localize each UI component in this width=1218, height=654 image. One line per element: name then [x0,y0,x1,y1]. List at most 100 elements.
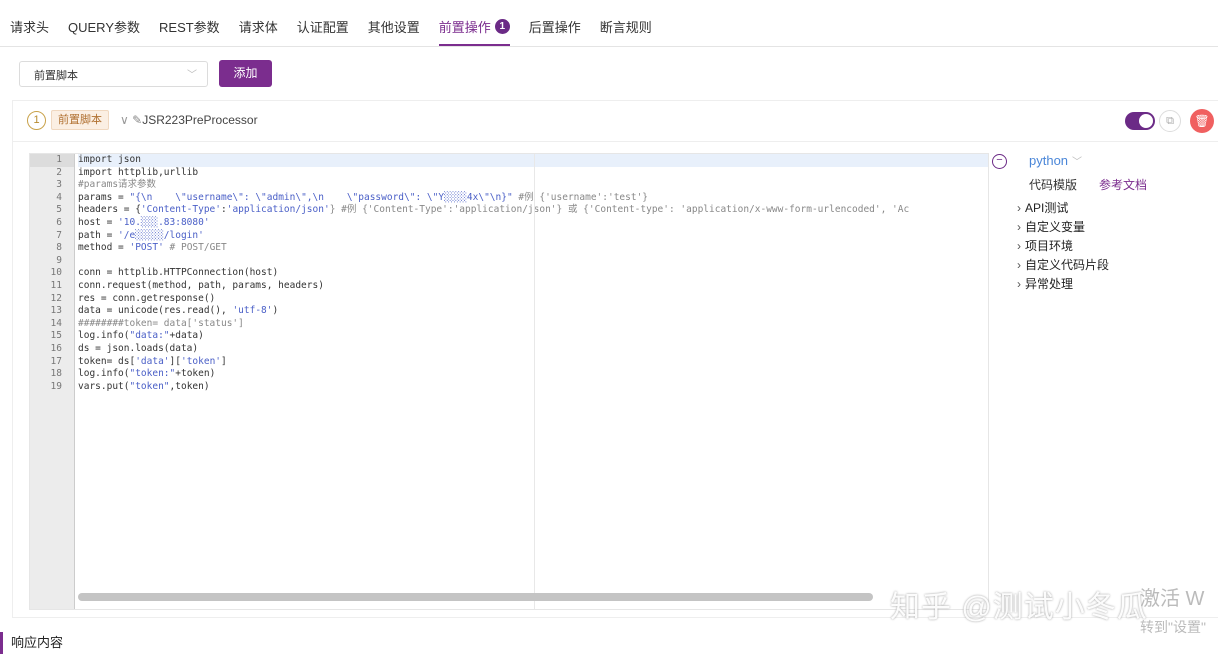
chevron-down-icon: ﹀ [187,70,197,81]
line-number: 17 [50,355,62,367]
line-number: 4 [56,191,62,203]
tab-7[interactable]: 后置操作 [529,17,581,46]
snippet-group[interactable]: › 项目环境 [1017,237,1147,256]
line-number: 12 [50,292,62,304]
code-token: conn.request(method, path, params, heade… [78,279,324,291]
line-number: 11 [50,279,62,291]
code-token: '/e░░░░░/login' [118,229,204,241]
processor-name-text: JSR223PreProcessor [142,113,258,127]
code-token: ][ [169,355,181,367]
code-editor[interactable]: 1 2 3 4 5 6 7 8 9 10 11 12 13 14 15 16 17 18 19 import jso… [29,153,989,610]
horizontal-scrollbar[interactable] [78,593,873,601]
collapse-panel-icon[interactable]: − [992,154,1007,169]
tab-0[interactable]: 请求头 [10,17,49,46]
code-token: 'application/json' [226,204,330,216]
code-token: #例 {'username':'test'} [512,191,649,203]
language-select[interactable]: python ﹀ [1029,153,1147,168]
processor-name[interactable]: ∨ ✎JSR223PreProcessor [120,113,258,127]
snippet-group-label: 自定义变量 [1025,220,1086,234]
select-value: 前置脚本 [34,70,78,82]
code-token: 'Content-Type' [140,204,221,216]
tab-8[interactable]: 断言规则 [600,17,652,46]
activation-notice: 激活 W [1140,588,1205,610]
code-line: path = '/e░░░░░/login' [78,230,988,243]
code-token: # POST/GET [163,242,227,254]
code-template-link[interactable]: 代码模版 [1029,178,1077,192]
delete-button[interactable]: 🗑 [1190,109,1214,133]
code-token: method = [78,242,130,254]
snippet-group-label: API测试 [1025,201,1069,215]
processor-index: 1 [27,111,46,130]
enable-toggle[interactable] [1125,112,1155,130]
code-area[interactable]: import json import httplib,urllib #params请… [78,154,988,609]
collapse-chevron-icon[interactable]: ∨ [120,113,132,127]
chevron-right-icon: › [1017,220,1021,234]
processor-type-tag: 前置脚本 [51,110,109,130]
tab-2[interactable]: REST参数 [159,17,220,46]
reference-docs-link[interactable]: 参考文档 [1099,178,1147,192]
line-number: 19 [50,380,62,392]
chevron-down-icon: ﹀ [1072,157,1083,168]
tab-label: 其他设置 [367,20,420,35]
copy-button[interactable]: ⧉ [1159,110,1181,132]
code-token: vars.put( [78,380,130,392]
tab-4[interactable]: 认证配置 [297,17,349,46]
code-line: method = 'POST' # POST/GET [78,242,988,255]
code-line: token= ds['data']['token'] [78,356,988,369]
line-number: 6 [56,216,62,228]
snippet-group[interactable]: › 自定义代码片段 [1017,256,1147,275]
code-token: path = [78,229,119,241]
line-number: 10 [50,267,62,279]
line-gutter: 1 2 3 4 5 6 7 8 9 10 11 12 13 14 15 16 17 18 19 [30,154,75,609]
snippet-group[interactable]: › 自定义变量 [1017,218,1147,237]
tab-label: 认证配置 [296,20,349,35]
code-token: 'utf-8' [232,305,273,317]
chevron-right-icon: › [1017,239,1021,253]
response-content-heading: 响应内容 [0,632,63,654]
code-token: 'data' [135,355,170,367]
print-margin [534,154,535,609]
code-token: } #例 {'Content-Type':'application/json'}… [329,204,910,216]
code-token: "token" [129,380,170,392]
line-number: 8 [56,242,62,254]
line-number: 1 [30,154,74,167]
line-number: 13 [50,305,62,317]
tab-label: 请求体 [238,20,278,35]
code-token: "token:" [129,368,176,380]
line-number: 16 [50,342,62,354]
processor-type-select[interactable]: 前置脚本 ﹀ [19,61,208,87]
code-line: vars.put("token",token) [78,381,988,394]
tab-5[interactable]: 其他设置 [368,17,420,46]
code-line: conn = httplib.HTTPConnection(host) [78,267,988,280]
code-line: data = unicode(res.read(), 'utf-8') [78,305,988,318]
code-line: import json [78,154,988,167]
code-token: "{\n \"username\": \"admin\",\n \"passwo… [129,191,513,203]
line-number: 15 [50,330,62,342]
code-token: #params请求参数 [78,179,157,191]
chevron-right-icon: › [1017,258,1021,272]
code-token: import httplib,urllib [78,166,199,178]
code-token: conn = httplib.HTTPConnection(host) [78,267,279,279]
code-line: host = '10.░░░.83:8080' [78,217,988,230]
code-line: ds = json.loads(data) [78,343,988,356]
code-line: ########token= data['status'] [78,318,988,331]
chevron-right-icon: › [1017,201,1021,215]
tab-6[interactable]: 前置操作 1 [438,17,510,46]
code-token: "data:" [129,330,170,342]
code-token: data = unicode(res.read(), [78,305,233,317]
tab-1[interactable]: QUERY参数 [68,17,140,46]
code-token: ########token= data['status'] [78,317,244,329]
snippet-group[interactable]: › 异常处理 [1017,275,1147,294]
tab-3[interactable]: 请求体 [239,17,278,46]
line-number: 18 [50,368,62,380]
code-token: res = conn.getresponse() [78,292,216,304]
code-line: import httplib,urllib [78,167,988,180]
edit-icon[interactable]: ✎ [132,113,142,127]
snippet-group[interactable]: › API测试 [1017,199,1147,218]
add-button[interactable]: 添加 [219,60,272,87]
code-token: 'token' [180,355,222,367]
tab-label: QUERY参数 [68,20,141,35]
code-token: log.info( [78,368,130,380]
snippet-group-label: 异常处理 [1025,277,1074,291]
watermark: 知乎 @测试小冬瓜 [890,591,1148,624]
